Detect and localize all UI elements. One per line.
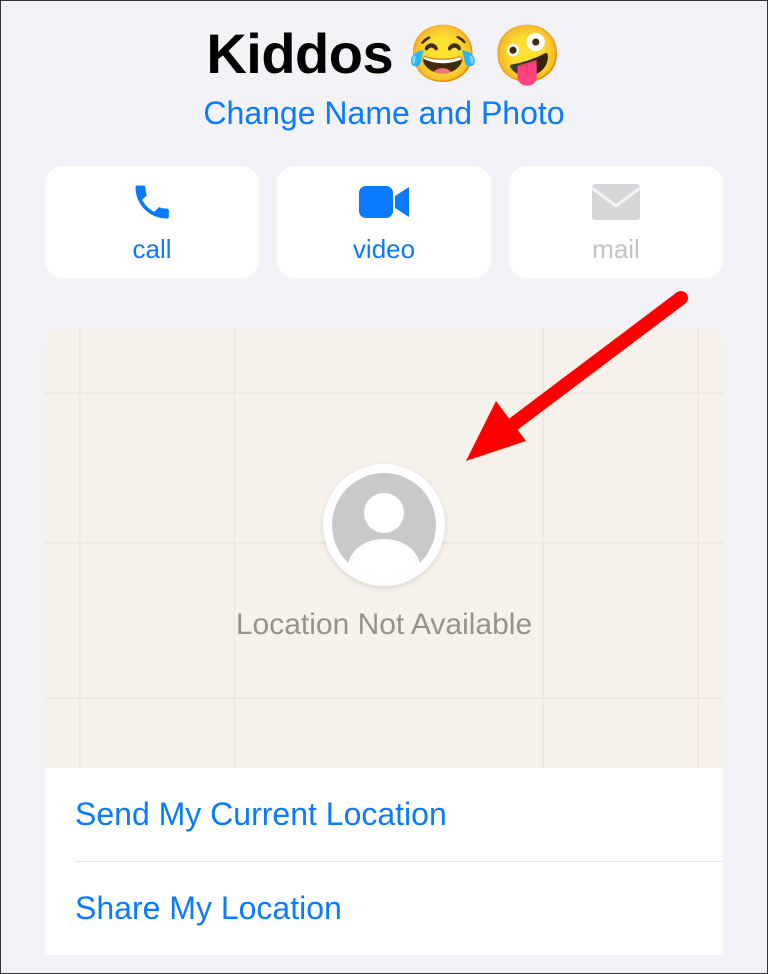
video-button[interactable]: video [277, 166, 491, 278]
change-name-photo-link[interactable]: Change Name and Photo [1, 95, 767, 132]
location-map[interactable]: Location Not Available [45, 328, 723, 768]
contact-avatar [323, 464, 445, 586]
send-location-button[interactable]: Send My Current Location [45, 768, 723, 861]
location-card: Location Not Available Send My Current L… [45, 328, 723, 955]
call-button[interactable]: call [45, 166, 259, 278]
mail-button[interactable]: mail [509, 166, 723, 278]
mail-label: mail [592, 234, 640, 265]
mail-icon [592, 180, 640, 224]
phone-icon [130, 180, 174, 224]
person-placeholder-icon [332, 473, 436, 577]
share-location-button[interactable]: Share My Location [45, 862, 723, 955]
location-status-text: Location Not Available [236, 608, 532, 642]
video-icon [359, 180, 409, 224]
call-label: call [132, 234, 171, 265]
video-label: video [353, 234, 415, 265]
contact-title: Kiddos 😂 🤪 [1, 21, 767, 87]
